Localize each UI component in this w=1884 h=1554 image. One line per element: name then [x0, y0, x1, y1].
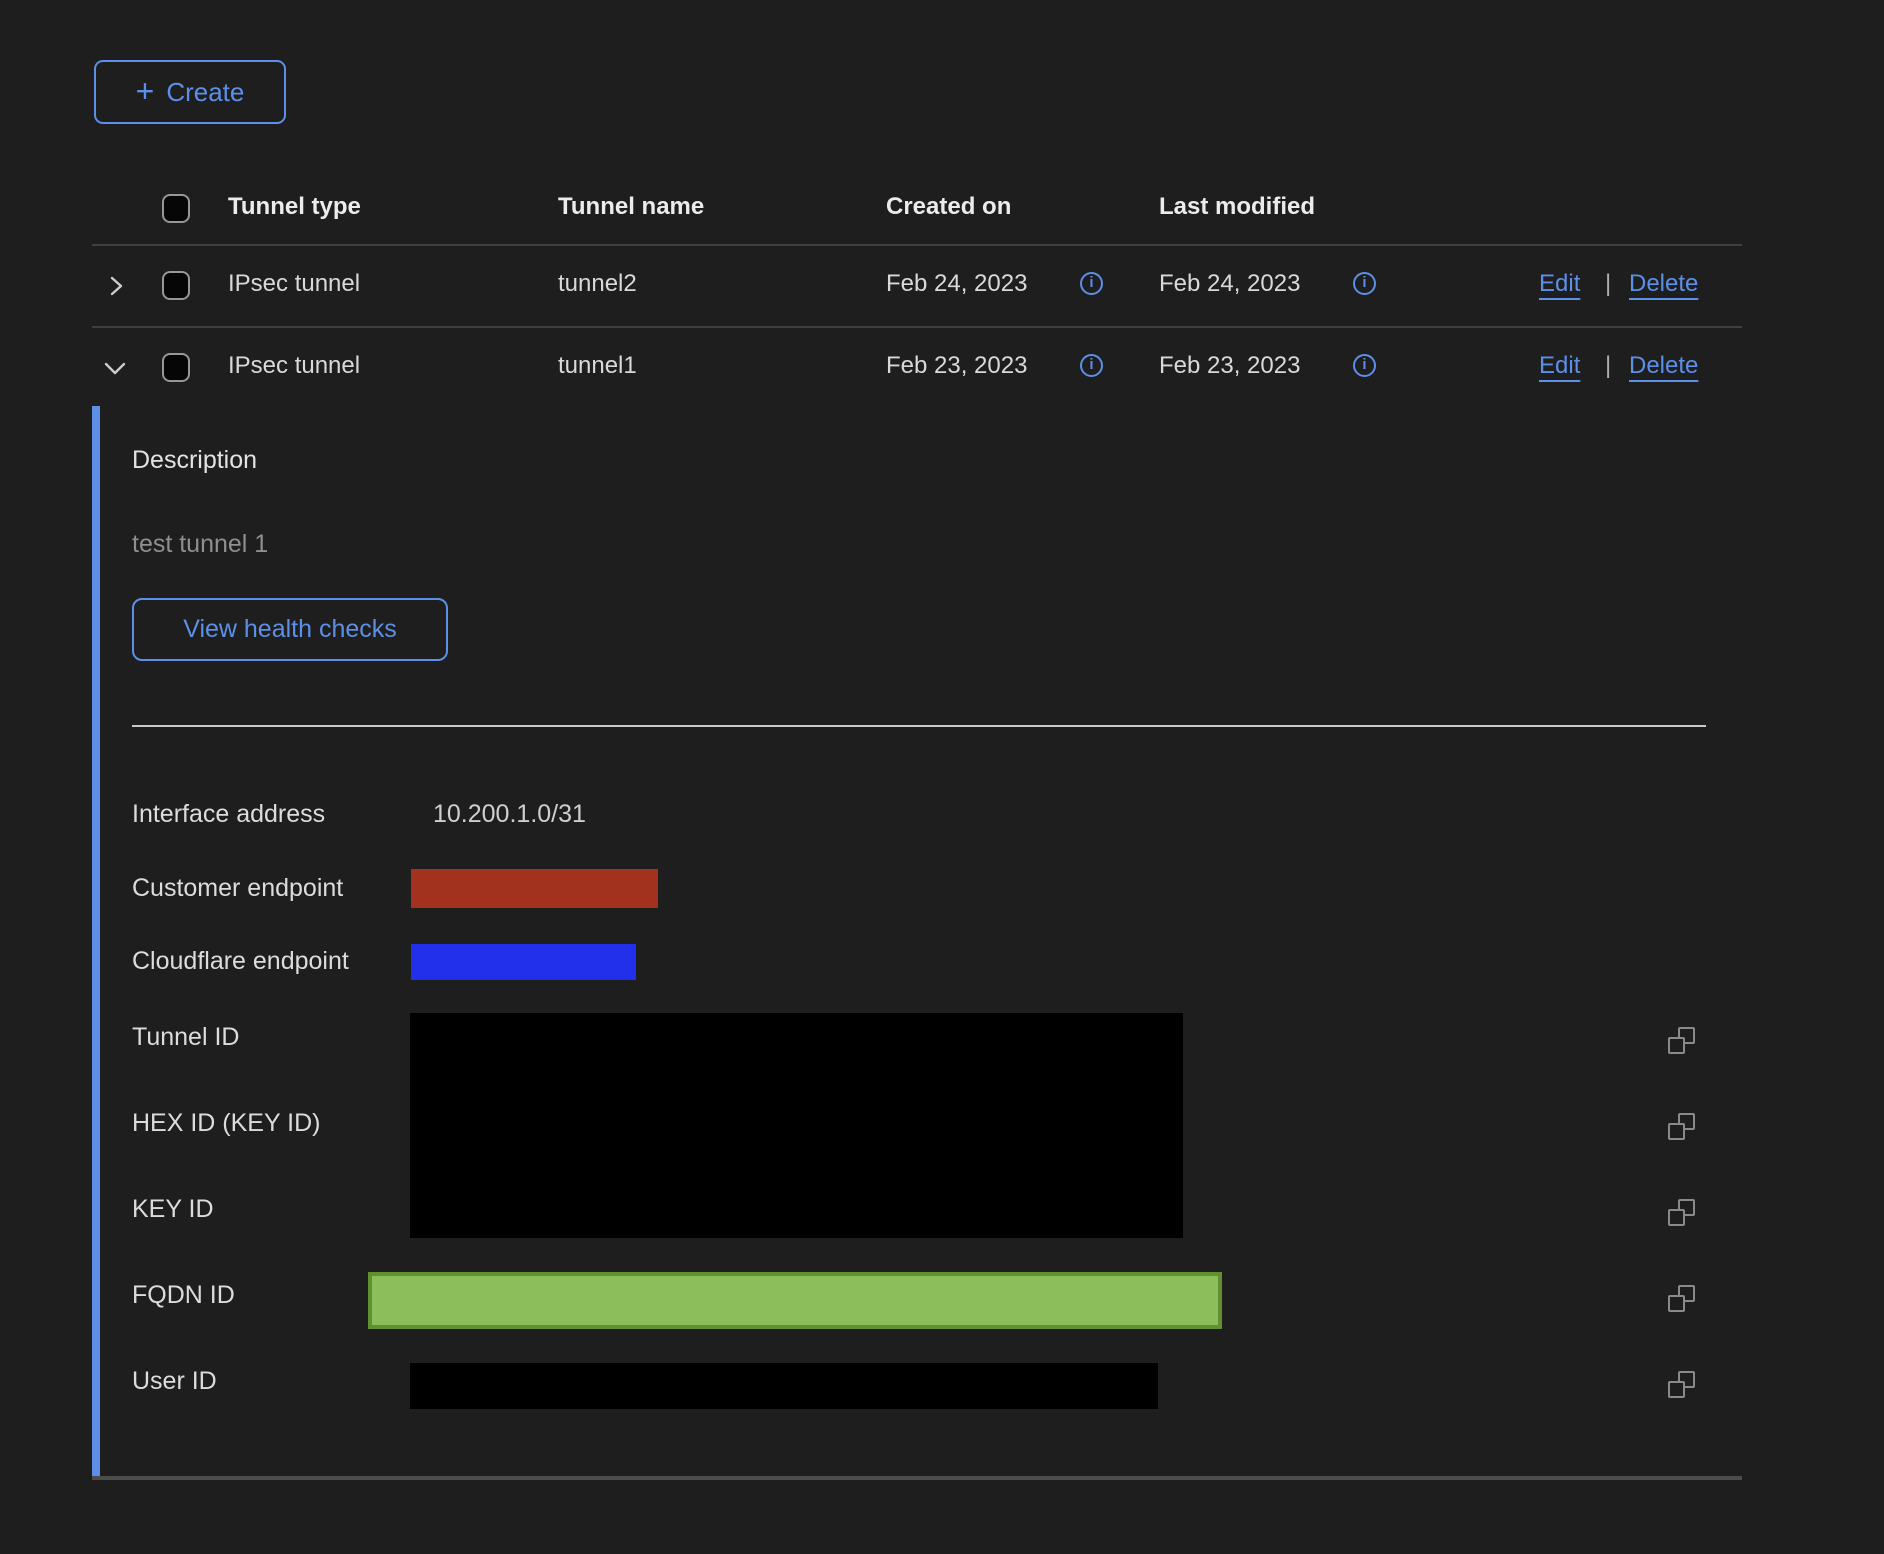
detail-divider [132, 725, 1706, 727]
link-separator: | [1605, 270, 1611, 298]
last-modified-cell: Feb 23, 2023 [1159, 352, 1300, 380]
chevron-right-icon[interactable] [104, 274, 128, 298]
interface-address-value: 10.200.1.0/31 [433, 800, 586, 829]
edit-link[interactable]: Edit [1539, 352, 1580, 380]
view-health-checks-label: View health checks [183, 615, 397, 644]
tunnel-name-cell: tunnel2 [558, 270, 637, 298]
row-checkbox[interactable] [162, 353, 190, 382]
user-id-label: User ID [132, 1367, 217, 1396]
tunnel-id-label: Tunnel ID [132, 1023, 239, 1052]
interface-address-label: Interface address [132, 800, 325, 829]
info-icon[interactable]: i [1080, 354, 1103, 377]
chevron-down-icon[interactable] [102, 358, 128, 380]
expanded-row-accent-bar [92, 406, 100, 1478]
delete-link[interactable]: Delete [1629, 352, 1698, 380]
column-header-tunnel-name: Tunnel name [558, 193, 704, 221]
delete-link[interactable]: Delete [1629, 270, 1698, 298]
description-value: test tunnel 1 [132, 530, 268, 559]
tunnels-page: + Create Tunnel type Tunnel name Created… [0, 0, 1884, 1554]
customer-endpoint-label: Customer endpoint [132, 874, 343, 903]
cloudflare-endpoint-redacted-value [411, 944, 636, 980]
tunnel-name-cell: tunnel1 [558, 352, 637, 380]
info-icon[interactable]: i [1353, 354, 1376, 377]
hex-id-label: HEX ID (KEY ID) [132, 1109, 320, 1138]
fqdn-id-label: FQDN ID [132, 1281, 235, 1310]
column-header-tunnel-type: Tunnel type [228, 193, 361, 221]
fqdn-id-redacted-value [368, 1272, 1222, 1329]
ids-redacted-value [410, 1013, 1183, 1238]
plus-icon: + [136, 75, 155, 107]
header-divider [92, 244, 1742, 246]
column-header-created-on: Created on [886, 193, 1011, 221]
info-icon[interactable]: i [1353, 272, 1376, 295]
customer-endpoint-redacted-value [411, 869, 658, 908]
key-id-label: KEY ID [132, 1195, 214, 1224]
link-separator: | [1605, 352, 1611, 380]
created-on-cell: Feb 23, 2023 [886, 352, 1027, 380]
cloudflare-endpoint-label: Cloudflare endpoint [132, 947, 349, 976]
view-health-checks-button[interactable]: View health checks [132, 598, 448, 661]
expanded-row-bottom-divider [92, 1476, 1742, 1480]
copy-icon[interactable] [1668, 1285, 1695, 1312]
edit-link[interactable]: Edit [1539, 270, 1580, 298]
create-button-label: Create [166, 77, 244, 108]
select-all-checkbox[interactable] [162, 194, 190, 223]
created-on-cell: Feb 24, 2023 [886, 270, 1027, 298]
create-button[interactable]: + Create [94, 60, 286, 124]
copy-icon[interactable] [1668, 1199, 1695, 1226]
description-label: Description [132, 446, 257, 475]
copy-icon[interactable] [1668, 1113, 1695, 1140]
copy-icon[interactable] [1668, 1371, 1695, 1398]
user-id-redacted-value [410, 1363, 1158, 1409]
last-modified-cell: Feb 24, 2023 [1159, 270, 1300, 298]
info-icon[interactable]: i [1080, 272, 1103, 295]
copy-icon[interactable] [1668, 1027, 1695, 1054]
tunnel-type-cell: IPsec tunnel [228, 352, 360, 380]
tunnel-type-cell: IPsec tunnel [228, 270, 360, 298]
row-checkbox[interactable] [162, 271, 190, 300]
column-header-last-modified: Last modified [1159, 193, 1315, 221]
row-divider [92, 326, 1742, 328]
